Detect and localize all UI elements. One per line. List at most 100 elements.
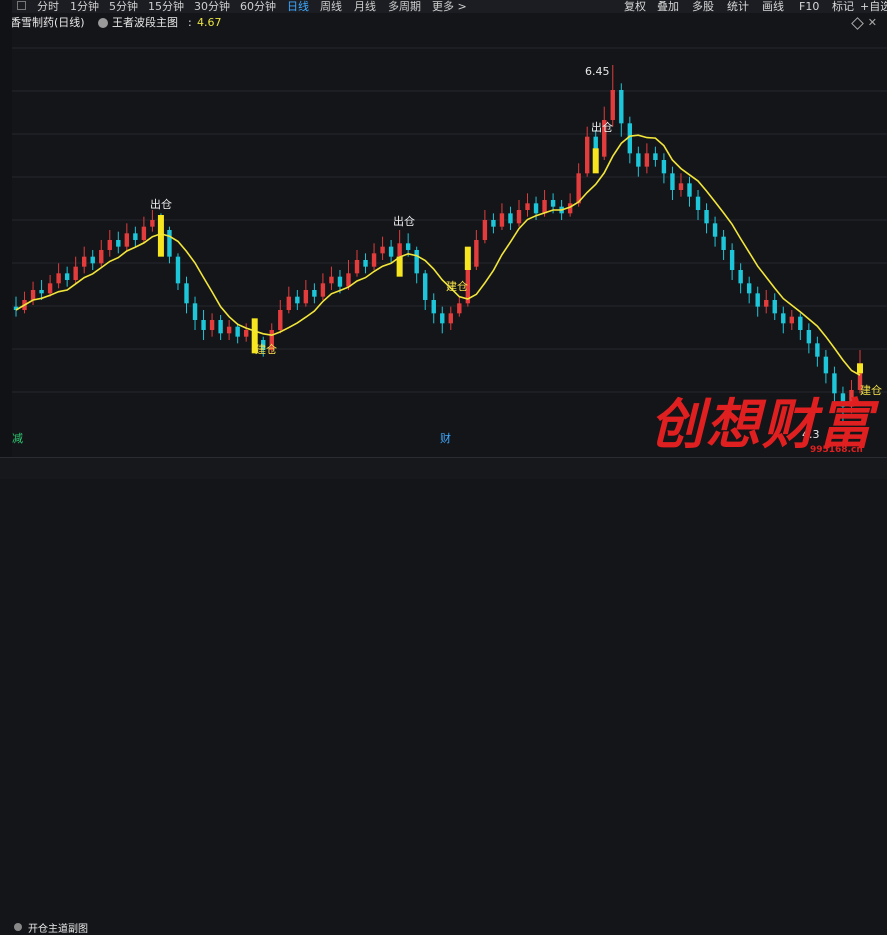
candle-down: [363, 260, 368, 267]
candle-down: [312, 290, 317, 297]
candle-down: [687, 183, 692, 197]
candle-down: [704, 210, 709, 224]
bottom-tag-left: 减: [12, 432, 23, 445]
candle-up: [678, 183, 684, 190]
candle-down: [823, 356, 829, 374]
signal-bar: [592, 148, 599, 174]
candle-down: [508, 213, 513, 224]
signal-bar: [857, 363, 863, 374]
signal-bar: [157, 215, 164, 257]
candle-down: [431, 300, 436, 314]
candle-up: [107, 240, 112, 250]
candle-down: [388, 246, 394, 257]
candle-up: [243, 330, 249, 337]
candle-up: [47, 283, 53, 294]
candle-up: [457, 303, 462, 314]
bottom-tag-right: 财: [440, 432, 451, 445]
candle-up: [354, 260, 360, 274]
candle-up: [397, 243, 402, 257]
signal-bar: [464, 246, 471, 270]
candle-up: [482, 220, 488, 240]
candle-down: [781, 313, 786, 324]
candle-up: [499, 213, 505, 227]
candle-down: [746, 283, 752, 294]
candle-down: [653, 153, 658, 160]
candle-up: [82, 256, 87, 267]
candle-down: [192, 303, 198, 320]
sell-signal-label: 出仓: [393, 215, 415, 228]
candle-down: [491, 220, 496, 227]
sell-signal-label: 出仓: [150, 198, 172, 211]
candle-up: [150, 220, 155, 227]
candle-up: [516, 210, 522, 224]
chart-grid: [12, 47, 887, 393]
candle-up: [474, 240, 479, 267]
candle-up: [542, 200, 547, 214]
candle-up: [73, 266, 78, 280]
candle-up: [525, 203, 530, 210]
candle-up: [329, 276, 334, 284]
candle-down: [806, 330, 812, 344]
candle-up: [380, 246, 385, 254]
candle-up: [371, 253, 377, 267]
candle-up: [448, 313, 453, 324]
candle-down: [755, 293, 760, 307]
candle-up: [141, 226, 147, 240]
left-axis: [0, 0, 12, 478]
candle-down: [721, 236, 726, 250]
candle-down: [218, 320, 223, 334]
candle-down: [738, 270, 743, 284]
candle-down: [64, 273, 70, 280]
candle-up: [610, 90, 615, 120]
sub-indicator-strip: 开仓主道副图: [0, 457, 887, 935]
candle-up: [286, 296, 292, 310]
candle-down: [175, 256, 181, 284]
candle-down: [636, 153, 641, 167]
candle-up: [584, 136, 590, 174]
candle-up: [303, 290, 309, 304]
candle-down: [90, 256, 95, 264]
candle-down: [405, 243, 411, 250]
candle-down: [729, 250, 735, 270]
candle-up: [576, 173, 581, 204]
watermark-url: 995168.cn: [810, 445, 863, 455]
candle-down: [337, 276, 343, 287]
candle-down: [815, 343, 820, 357]
candle-down: [798, 316, 803, 330]
candle-up: [346, 273, 351, 287]
candle-down: [116, 240, 121, 247]
candle-up: [226, 326, 232, 334]
candle-down: [39, 290, 44, 294]
candle-down: [661, 160, 667, 174]
candle-down: [712, 223, 718, 237]
candle-up: [99, 250, 104, 264]
candle-up: [764, 300, 769, 307]
signal-bar: [396, 256, 403, 277]
buy-signal-label: 建仓: [446, 280, 468, 293]
candle-down: [670, 173, 675, 190]
candle-down: [184, 283, 189, 304]
buy-signal-label: 建仓: [255, 343, 277, 356]
candle-up: [644, 153, 650, 167]
candle-down: [550, 200, 556, 207]
candle-up: [56, 273, 61, 284]
candle-up: [320, 283, 326, 297]
sub-indicator-title[interactable]: 开仓主道副图: [28, 920, 88, 935]
candle-up: [30, 290, 36, 300]
candle-down: [295, 296, 300, 304]
candle-down: [619, 90, 624, 124]
candle-down: [440, 313, 445, 324]
candle-up: [789, 316, 794, 324]
candle-up: [209, 320, 215, 330]
candle-down: [533, 203, 539, 214]
candle-down: [423, 273, 428, 300]
candle-down: [201, 320, 206, 330]
candle-up: [124, 233, 130, 247]
candle-down: [235, 326, 240, 337]
candle-up: [278, 310, 283, 330]
sub-indicator-icon[interactable]: [14, 923, 22, 931]
candle-down: [133, 233, 138, 240]
candle-down: [167, 230, 172, 257]
sell-signal-label: 出仓: [591, 121, 613, 134]
candle-down: [772, 300, 777, 314]
